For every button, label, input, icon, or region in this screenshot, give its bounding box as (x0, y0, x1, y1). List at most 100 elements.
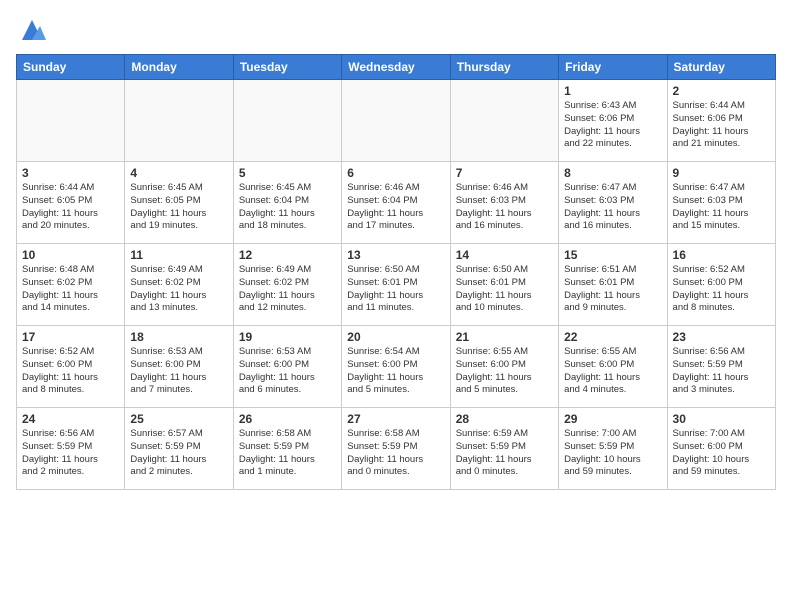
calendar-cell: 14 Sunrise: 6:50 AM Sunset: 6:01 PM Dayli… (450, 244, 558, 326)
day-info: Sunrise: 6:50 AM Sunset: 6:01 PM Dayligh… (456, 264, 553, 315)
calendar-week-row: 10 Sunrise: 6:48 AM Sunset: 6:02 PM Dayli… (17, 244, 776, 326)
day-info: Sunrise: 6:54 AM Sunset: 6:00 PM Dayligh… (347, 346, 444, 397)
day-info: Sunrise: 6:52 AM Sunset: 6:00 PM Dayligh… (673, 264, 770, 315)
calendar-cell: 23 Sunrise: 6:56 AM Sunset: 5:59 PM Dayli… (667, 326, 775, 408)
day-info: Sunrise: 6:47 AM Sunset: 6:03 PM Dayligh… (564, 182, 661, 233)
day-number: 19 (239, 330, 336, 344)
calendar-week-row: 17 Sunrise: 6:52 AM Sunset: 6:00 PM Dayli… (17, 326, 776, 408)
day-of-week-header: Sunday (17, 55, 125, 80)
calendar-cell: 27Sunrise: 6:58 AM Sunset: 5:59 PM Dayli… (342, 408, 450, 490)
calendar-cell: 17 Sunrise: 6:52 AM Sunset: 6:00 PM Dayli… (17, 326, 125, 408)
day-info: Sunrise: 6:46 AM Sunset: 6:03 PM Dayligh… (456, 182, 553, 233)
calendar-cell: 3Sunrise: 6:44 AM Sunset: 6:05 PM Daylig… (17, 162, 125, 244)
calendar-cell: 7 Sunrise: 6:46 AM Sunset: 6:03 PM Daylig… (450, 162, 558, 244)
calendar-cell: 15 Sunrise: 6:51 AM Sunset: 6:01 PM Dayli… (559, 244, 667, 326)
day-number: 10 (22, 248, 119, 262)
calendar-cell: 28 Sunrise: 6:59 AM Sunset: 5:59 PM Dayli… (450, 408, 558, 490)
day-info: Sunrise: 6:50 AM Sunset: 6:01 PM Dayligh… (347, 264, 444, 315)
calendar-week-row: 1Sunrise: 6:43 AM Sunset: 6:06 PM Daylig… (17, 80, 776, 162)
day-number: 17 (22, 330, 119, 344)
day-info: Sunrise: 6:51 AM Sunset: 6:01 PM Dayligh… (564, 264, 661, 315)
calendar-cell: 19 Sunrise: 6:53 AM Sunset: 6:00 PM Dayli… (233, 326, 341, 408)
calendar-table: SundayMondayTuesdayWednesdayThursdayFrid… (16, 54, 776, 490)
calendar-cell: 20 Sunrise: 6:54 AM Sunset: 6:00 PM Dayli… (342, 326, 450, 408)
page-header (16, 16, 776, 44)
day-of-week-header: Thursday (450, 55, 558, 80)
day-of-week-header: Wednesday (342, 55, 450, 80)
day-number: 21 (456, 330, 553, 344)
day-number: 16 (673, 248, 770, 262)
day-number: 2 (673, 84, 770, 98)
calendar-cell: 4 Sunrise: 6:45 AM Sunset: 6:05 PM Daylig… (125, 162, 233, 244)
day-info: Sunrise: 6:55 AM Sunset: 6:00 PM Dayligh… (456, 346, 553, 397)
calendar-cell: 2Sunrise: 6:44 AM Sunset: 6:06 PM Daylig… (667, 80, 775, 162)
day-info: Sunrise: 6:45 AM Sunset: 6:04 PM Dayligh… (239, 182, 336, 233)
calendar-cell (17, 80, 125, 162)
day-number: 4 (130, 166, 227, 180)
logo-icon (18, 16, 46, 44)
day-info: Sunrise: 6:43 AM Sunset: 6:06 PM Dayligh… (564, 100, 661, 151)
day-number: 26 (239, 412, 336, 426)
calendar-header-row: SundayMondayTuesdayWednesdayThursdayFrid… (17, 55, 776, 80)
calendar-cell: 6Sunrise: 6:46 AM Sunset: 6:04 PM Daylig… (342, 162, 450, 244)
calendar-cell: 12 Sunrise: 6:49 AM Sunset: 6:02 PM Dayli… (233, 244, 341, 326)
day-number: 8 (564, 166, 661, 180)
day-number: 5 (239, 166, 336, 180)
calendar-cell: 5 Sunrise: 6:45 AM Sunset: 6:04 PM Daylig… (233, 162, 341, 244)
calendar-cell: 22Sunrise: 6:55 AM Sunset: 6:00 PM Dayli… (559, 326, 667, 408)
day-number: 12 (239, 248, 336, 262)
day-of-week-header: Tuesday (233, 55, 341, 80)
day-number: 20 (347, 330, 444, 344)
calendar-week-row: 3Sunrise: 6:44 AM Sunset: 6:05 PM Daylig… (17, 162, 776, 244)
day-info: Sunrise: 6:53 AM Sunset: 6:00 PM Dayligh… (239, 346, 336, 397)
logo (16, 16, 46, 44)
day-number: 11 (130, 248, 227, 262)
calendar-cell: 8 Sunrise: 6:47 AM Sunset: 6:03 PM Daylig… (559, 162, 667, 244)
day-info: Sunrise: 6:57 AM Sunset: 5:59 PM Dayligh… (130, 428, 227, 479)
calendar-cell: 24 Sunrise: 6:56 AM Sunset: 5:59 PM Dayli… (17, 408, 125, 490)
day-number: 9 (673, 166, 770, 180)
calendar-cell (342, 80, 450, 162)
day-number: 14 (456, 248, 553, 262)
calendar-cell (450, 80, 558, 162)
calendar-cell: 9Sunrise: 6:47 AM Sunset: 6:03 PM Daylig… (667, 162, 775, 244)
day-info: Sunrise: 7:00 AM Sunset: 6:00 PM Dayligh… (673, 428, 770, 479)
day-number: 25 (130, 412, 227, 426)
calendar-cell: 26 Sunrise: 6:58 AM Sunset: 5:59 PM Dayli… (233, 408, 341, 490)
calendar-cell: 10 Sunrise: 6:48 AM Sunset: 6:02 PM Dayli… (17, 244, 125, 326)
calendar-cell: 1Sunrise: 6:43 AM Sunset: 6:06 PM Daylig… (559, 80, 667, 162)
day-number: 18 (130, 330, 227, 344)
calendar-cell (233, 80, 341, 162)
day-number: 24 (22, 412, 119, 426)
day-info: Sunrise: 6:45 AM Sunset: 6:05 PM Dayligh… (130, 182, 227, 233)
day-number: 7 (456, 166, 553, 180)
day-number: 22 (564, 330, 661, 344)
day-number: 23 (673, 330, 770, 344)
day-number: 15 (564, 248, 661, 262)
day-info: Sunrise: 6:59 AM Sunset: 5:59 PM Dayligh… (456, 428, 553, 479)
day-of-week-header: Saturday (667, 55, 775, 80)
calendar-cell: 29Sunrise: 7:00 AM Sunset: 5:59 PM Dayli… (559, 408, 667, 490)
day-info: Sunrise: 6:56 AM Sunset: 5:59 PM Dayligh… (22, 428, 119, 479)
calendar-cell: 11 Sunrise: 6:49 AM Sunset: 6:02 PM Dayli… (125, 244, 233, 326)
day-info: Sunrise: 6:53 AM Sunset: 6:00 PM Dayligh… (130, 346, 227, 397)
day-number: 13 (347, 248, 444, 262)
calendar-cell: 16 Sunrise: 6:52 AM Sunset: 6:00 PM Dayli… (667, 244, 775, 326)
calendar-cell: 18 Sunrise: 6:53 AM Sunset: 6:00 PM Dayli… (125, 326, 233, 408)
day-number: 28 (456, 412, 553, 426)
day-info: Sunrise: 6:58 AM Sunset: 5:59 PM Dayligh… (347, 428, 444, 479)
day-info: Sunrise: 7:00 AM Sunset: 5:59 PM Dayligh… (564, 428, 661, 479)
day-info: Sunrise: 6:49 AM Sunset: 6:02 PM Dayligh… (130, 264, 227, 315)
calendar-cell: 25 Sunrise: 6:57 AM Sunset: 5:59 PM Dayli… (125, 408, 233, 490)
day-info: Sunrise: 6:56 AM Sunset: 5:59 PM Dayligh… (673, 346, 770, 397)
calendar-cell: 30 Sunrise: 7:00 AM Sunset: 6:00 PM Dayli… (667, 408, 775, 490)
day-info: Sunrise: 6:52 AM Sunset: 6:00 PM Dayligh… (22, 346, 119, 397)
calendar-cell: 21 Sunrise: 6:55 AM Sunset: 6:00 PM Dayli… (450, 326, 558, 408)
day-info: Sunrise: 6:48 AM Sunset: 6:02 PM Dayligh… (22, 264, 119, 315)
day-of-week-header: Friday (559, 55, 667, 80)
day-info: Sunrise: 6:58 AM Sunset: 5:59 PM Dayligh… (239, 428, 336, 479)
day-info: Sunrise: 6:49 AM Sunset: 6:02 PM Dayligh… (239, 264, 336, 315)
calendar-cell (125, 80, 233, 162)
calendar-week-row: 24 Sunrise: 6:56 AM Sunset: 5:59 PM Dayli… (17, 408, 776, 490)
day-number: 30 (673, 412, 770, 426)
